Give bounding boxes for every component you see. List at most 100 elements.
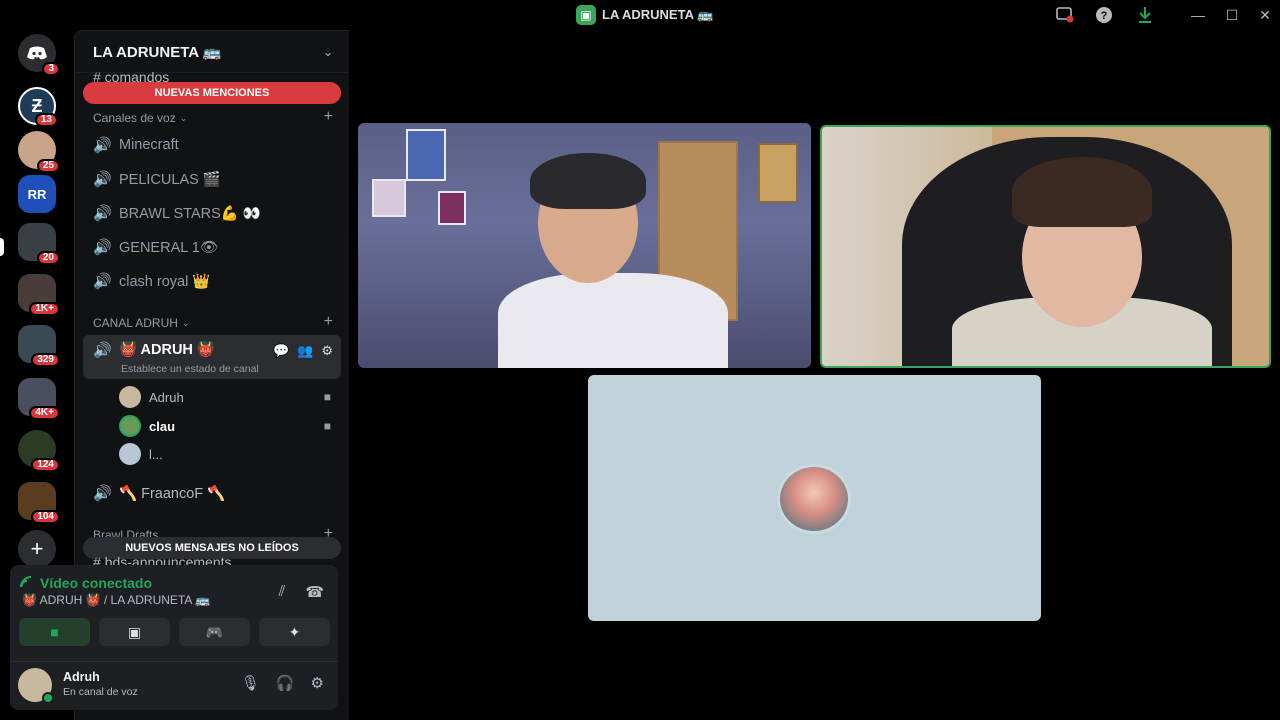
noise-suppression-icon[interactable]: ⫽ <box>279 583 286 601</box>
voice-controls: ⫽ ☎ <box>279 583 324 601</box>
speaker-icon: 🔊 <box>93 342 112 359</box>
home-button[interactable]: 3 <box>18 34 60 76</box>
disconnect-icon[interactable]: ☎ <box>305 583 324 601</box>
guild-header[interactable]: LA ADRUNETA 🚌 ⌄ <box>75 31 349 73</box>
server-group-5[interactable]: 1K+ <box>18 274 60 316</box>
member-name: clau <box>149 418 176 434</box>
video-tile-clau[interactable] <box>820 125 1271 368</box>
signal-icon <box>20 575 34 591</box>
category-label: CANAL ADRUH <box>93 316 178 330</box>
category-canal-adruh[interactable]: CANAL ADRUH ⌄ + <box>93 313 333 331</box>
speaker-icon: 🔊 <box>93 485 112 502</box>
add-channel-icon[interactable]: + <box>324 108 333 126</box>
chevron-down-icon: ⌄ <box>179 112 188 123</box>
channel-name: 👹 ADRUH 👹 <box>119 342 215 358</box>
add-channel-icon[interactable]: + <box>324 313 333 331</box>
server-8[interactable]: 124 <box>18 430 60 472</box>
avatar <box>777 464 851 534</box>
server-rr-coaching[interactable]: RR <box>18 175 56 213</box>
voice-status-text: Vídeo conectado <box>40 575 153 591</box>
voice-channel-adruh[interactable]: 🔊 👹 ADRUH 👹 Establece un estado de canal… <box>83 335 341 379</box>
server-group-6[interactable]: 329 <box>18 325 60 367</box>
server-badge: 104 <box>31 510 60 524</box>
server-rr-label: RR <box>27 186 47 202</box>
category-voice[interactable]: Canales de voz ⌄ + <box>93 108 333 126</box>
channel-status-placeholder[interactable]: Establece un estado de canal <box>121 363 259 375</box>
wall-frame <box>758 143 798 203</box>
user-status: En canal de voz <box>63 686 138 698</box>
chevron-down-icon: ⌄ <box>181 317 190 328</box>
server-zeta[interactable]: Ƶ 13 <box>18 87 58 127</box>
new-mentions-pill[interactable]: NUEVAS MENCIONES <box>83 82 341 104</box>
invite-icon[interactable]: 👥 <box>297 343 313 359</box>
plus-icon: + <box>30 536 44 561</box>
voice-channel-minecraft[interactable]: 🔊 Minecraft <box>83 129 341 161</box>
close-icon[interactable]: ✕ <box>1254 5 1276 25</box>
server-avatar-2[interactable]: 25 <box>18 131 60 173</box>
avatar <box>119 386 141 408</box>
server-badge: 1K+ <box>29 302 60 316</box>
online-status-icon <box>42 692 54 704</box>
server-badge: 25 <box>36 159 60 173</box>
voice-channel-clash-royal[interactable]: 🔊 clash royal 👑 <box>83 265 341 297</box>
server-group-9[interactable]: 104 <box>18 482 60 524</box>
server-group-4[interactable]: 20 <box>0 223 60 265</box>
voice-action-buttons: ■ ▣ 🎮 ✦ <box>19 618 330 646</box>
channel-name: PELICULAS 🎬 <box>119 171 221 188</box>
voice-member[interactable]: Adruh ■ <box>119 384 341 410</box>
soundboard-button[interactable]: ✦ <box>259 618 330 646</box>
speaker-icon: 🔊 <box>93 171 112 188</box>
gear-icon[interactable]: ⚙ <box>321 343 333 359</box>
voice-connection-panel: Vídeo conectado 👹 ADRUH 👹 / LA ADRUNETA … <box>10 565 338 710</box>
voice-member[interactable]: l... <box>119 441 341 467</box>
screen-share-button[interactable]: ▣ <box>99 618 170 646</box>
avatar-tile-third[interactable] <box>588 375 1041 621</box>
voice-location[interactable]: 👹 ADRUH 👹 / LA ADRUNETA 🚌 <box>22 593 210 607</box>
server-badge: 13 <box>34 113 58 127</box>
chat-icon[interactable]: 💬 <box>273 343 289 359</box>
window-title-text: LA ADRUNETA 🚌 <box>602 7 714 22</box>
avatar <box>119 443 141 465</box>
server-badge: 124 <box>31 458 60 472</box>
voice-channel-brawl-stars[interactable]: 🔊 BRAWL STARS💪 👀 <box>83 197 341 229</box>
inbox-icon[interactable] <box>1054 5 1076 25</box>
channel-name: GENERAL 1👁 <box>119 239 219 256</box>
member-name: Adruh <box>149 389 184 405</box>
add-server-button[interactable]: + <box>18 530 56 568</box>
channel-name: clash royal 👑 <box>119 273 211 290</box>
headphones-icon[interactable]: 🎧 <box>276 674 295 692</box>
wall-poster <box>438 191 466 225</box>
minimize-icon[interactable]: — <box>1187 5 1209 25</box>
channel-name: 🪓 FraancoF 🪓 <box>119 485 226 502</box>
user-name[interactable]: Adruh <box>63 670 100 684</box>
voice-channel-general[interactable]: 🔊 GENERAL 1👁 <box>83 231 341 263</box>
server-badge: 4K+ <box>29 406 60 420</box>
guild-name: LA ADRUNETA 🚌 <box>93 43 222 61</box>
microphone-icon[interactable]: 🎙 <box>241 674 260 692</box>
channel-tools: 💬 👥 ⚙ <box>273 343 333 359</box>
server-group-7[interactable]: 4K+ <box>18 378 60 420</box>
soundboard-icon: ✦ <box>288 623 301 640</box>
server-icon: ▣ <box>576 5 596 25</box>
gear-icon[interactable]: ⚙ <box>311 674 324 692</box>
voice-member[interactable]: clau ■ <box>119 413 341 439</box>
discord-logo-icon <box>27 46 47 60</box>
speaker-icon: 🔊 <box>93 239 112 256</box>
server-badge: 329 <box>31 353 60 367</box>
video-tile-adruh[interactable] <box>358 123 811 368</box>
selected-pip <box>0 238 4 256</box>
channel-name: BRAWL STARS💪 👀 <box>119 205 261 222</box>
camera-button[interactable]: ■ <box>19 618 90 646</box>
wall-poster <box>372 179 406 217</box>
avatar <box>119 415 141 437</box>
download-icon[interactable] <box>1134 5 1156 25</box>
camera-icon: ■ <box>50 624 59 640</box>
help-icon[interactable]: ? <box>1093 5 1115 25</box>
video-stage <box>349 30 1280 720</box>
maximize-icon[interactable]: ☐ <box>1221 5 1243 25</box>
wall-poster <box>406 129 446 181</box>
activity-button[interactable]: 🎮 <box>179 618 250 646</box>
voice-channel-peliculas[interactable]: 🔊 PELICULAS 🎬 <box>83 163 341 195</box>
person-body <box>498 273 728 368</box>
voice-channel-fraancof[interactable]: 🔊 🪓 FraancoF 🪓 <box>83 477 341 509</box>
